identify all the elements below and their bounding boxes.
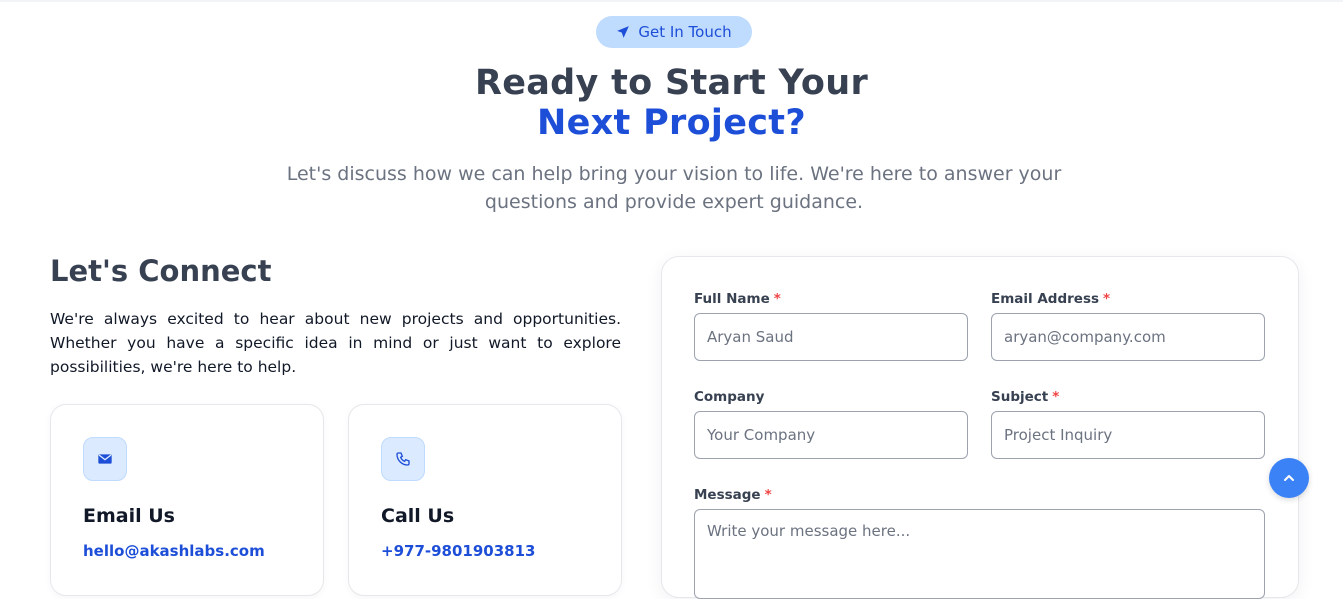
phone-card: Call Us +977-9801903813 — [348, 404, 622, 596]
full-name-input[interactable] — [694, 313, 968, 361]
subject-input[interactable] — [991, 411, 1265, 459]
company-input[interactable] — [694, 411, 968, 459]
email-card: Email Us hello@akashlabs.com — [50, 404, 324, 596]
email-link[interactable]: hello@akashlabs.com — [83, 542, 265, 560]
phone-link[interactable]: +977-9801903813 — [381, 542, 535, 560]
contact-form: Full Name* Email Address* Company Subjec… — [661, 256, 1299, 599]
hero-title-line2: Next Project? — [537, 103, 806, 143]
phone-card-title: Call Us — [381, 505, 455, 527]
scroll-to-top-button[interactable] — [1269, 458, 1309, 498]
connect-text: We're always excited to hear about new p… — [50, 310, 621, 376]
top-divider — [0, 0, 1343, 2]
hero-title-line1: Ready to Start Your — [474, 63, 869, 103]
phone-icon — [396, 452, 410, 466]
subject-label: Subject * — [991, 389, 1060, 405]
email-icon-box — [83, 437, 127, 481]
connect-title: Let's Connect — [50, 254, 272, 288]
company-label: Company — [694, 389, 765, 405]
send-icon — [617, 26, 630, 38]
badge-label: Get In Touch — [638, 23, 732, 41]
phone-icon-box — [381, 437, 425, 481]
chevron-up-icon — [1284, 475, 1294, 481]
message-textarea[interactable] — [694, 509, 1265, 599]
email-input[interactable] — [991, 313, 1265, 361]
hero-subtitle: Let's discuss how we can help bring your… — [286, 163, 1062, 213]
get-in-touch-badge: Get In Touch — [596, 16, 752, 48]
mail-icon — [98, 454, 112, 464]
full-name-label: Full Name * — [694, 291, 781, 307]
message-label: Message * — [694, 487, 772, 503]
email-card-title: Email Us — [83, 505, 175, 527]
email-label: Email Address * — [991, 291, 1111, 307]
